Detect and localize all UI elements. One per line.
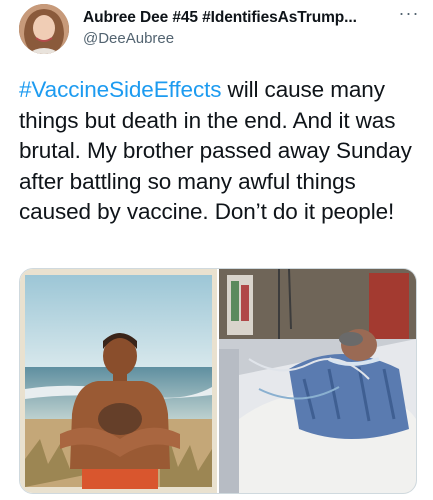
more-options-icon[interactable]: ··· xyxy=(397,4,421,26)
beach-photo[interactable] xyxy=(20,269,217,493)
author-display-name[interactable]: Aubree Dee #45 #IdentifiesAsTrump... xyxy=(83,9,357,27)
hospital-photo-icon xyxy=(219,269,416,493)
author-handle[interactable]: @DeeAubree xyxy=(83,30,174,47)
author-avatar[interactable] xyxy=(19,4,69,54)
beach-photo-icon xyxy=(20,269,217,493)
user-avatar-icon xyxy=(19,4,69,54)
tweet-text: #VaccineSideEffects will cause many thin… xyxy=(19,75,424,228)
tweet-media[interactable] xyxy=(19,268,417,494)
hospital-photo[interactable] xyxy=(219,269,416,493)
hashtag-link[interactable]: #VaccineSideEffects xyxy=(19,77,222,102)
